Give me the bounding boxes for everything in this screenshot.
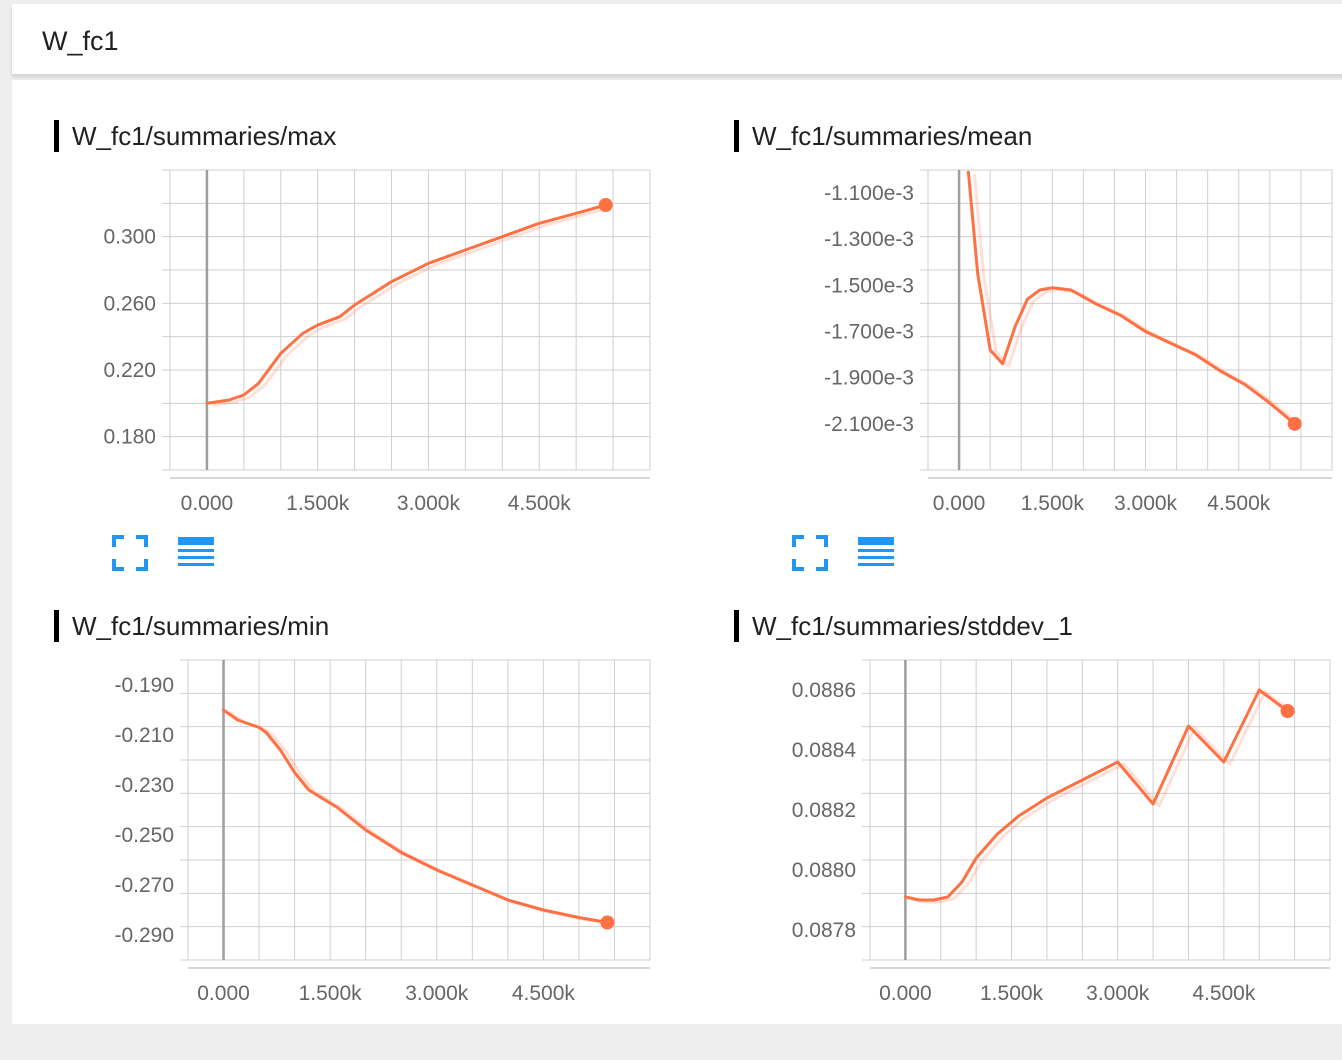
x-tick-label: 4.500k bbox=[1207, 492, 1271, 515]
x-tick-label: 0.000 bbox=[879, 982, 932, 1005]
series-line bbox=[903, 688, 1289, 902]
raw-series-line bbox=[228, 710, 614, 926]
y-tick-label: 0.0878 bbox=[792, 919, 856, 942]
y-tick-label: -0.210 bbox=[114, 724, 174, 747]
x-tick-label: 4.500k bbox=[508, 492, 572, 515]
chart-plot[interactable]: 0.180 0.220 0.260 0.300 0.000 1.500k 3.000k 4.5… bbox=[54, 80, 694, 515]
y-tick-label: 0.0884 bbox=[792, 739, 857, 762]
chart-card-stddev: W_fc1/summaries/stddev_1 0.0886 0.0884 0.0… bbox=[734, 570, 1342, 1060]
chart-card-max: W_fc1/summaries/max 0.180 0.220 0.260 0.300… bbox=[54, 80, 694, 571]
x-tick-label: 1.500k bbox=[1021, 492, 1085, 515]
series-line bbox=[222, 708, 609, 924]
list-line bbox=[178, 549, 214, 552]
x-tick-label: 3.000k bbox=[1086, 982, 1150, 1005]
y-tick-label: 0.0886 bbox=[792, 679, 856, 702]
y-tick-label: 0.260 bbox=[103, 292, 156, 315]
list-lines-icon-glyph bbox=[178, 537, 214, 566]
list-line bbox=[858, 563, 894, 566]
y-tick-label: 0.300 bbox=[103, 226, 156, 249]
chart-plot[interactable]: 0.0886 0.0884 0.0882 0.0880 0.0878 0.000 1.500… bbox=[734, 570, 1342, 1005]
fullscreen-icon[interactable] bbox=[792, 535, 828, 571]
chart-plot[interactable]: -0.190 -0.210 -0.230 -0.250 -0.270 -0.290 0.00… bbox=[54, 570, 694, 1005]
fullscreen-icon[interactable] bbox=[112, 535, 148, 571]
chart-card-min: W_fc1/summaries/min -0.190 -0.210 -0.230 -0… bbox=[54, 570, 694, 1060]
fullscreen-corner bbox=[136, 559, 148, 571]
list-line bbox=[178, 563, 214, 566]
y-tick-label: -1.700e-3 bbox=[824, 321, 914, 344]
fullscreen-corner bbox=[792, 535, 804, 547]
y-tick-label: 0.180 bbox=[103, 426, 156, 449]
section-header[interactable]: W_fc1 bbox=[12, 4, 1342, 75]
last-point-marker bbox=[1287, 416, 1302, 431]
y-tick-label: 0.0880 bbox=[792, 859, 856, 882]
list-bar bbox=[858, 537, 894, 545]
list-bar bbox=[178, 537, 214, 545]
grid bbox=[180, 659, 651, 961]
fullscreen-corner bbox=[792, 559, 804, 571]
last-point-marker bbox=[598, 198, 613, 212]
fullscreen-icon-glyph bbox=[112, 535, 148, 571]
y-tick-label: 0.220 bbox=[103, 359, 156, 382]
y-tick-label: -1.300e-3 bbox=[824, 228, 914, 251]
fullscreen-icon-glyph bbox=[792, 535, 828, 571]
x-tick-label: 3.000k bbox=[1114, 492, 1178, 515]
last-point-marker bbox=[600, 915, 615, 930]
y-tick-label: -0.190 bbox=[114, 674, 174, 697]
x-tick-label: 0.000 bbox=[197, 982, 250, 1005]
fullscreen-corner bbox=[816, 559, 828, 571]
y-tick-label: -2.100e-3 bbox=[824, 413, 914, 436]
x-tick-label: 1.500k bbox=[299, 982, 363, 1005]
chart-grid: W_fc1/summaries/max 0.180 0.220 0.260 0.300… bbox=[12, 80, 1342, 1024]
list-line bbox=[858, 549, 894, 552]
y-tick-label: 0.0882 bbox=[792, 799, 856, 822]
x-tick-label: 3.000k bbox=[397, 492, 461, 515]
fullscreen-corner bbox=[112, 559, 124, 571]
y-tick-label: -1.100e-3 bbox=[824, 182, 914, 205]
x-tick-label: 3.000k bbox=[405, 982, 469, 1005]
y-tick-label: -1.900e-3 bbox=[824, 367, 914, 390]
list-lines-icon[interactable] bbox=[858, 535, 894, 571]
y-tick-label: -0.270 bbox=[114, 874, 174, 897]
y-tick-label: -0.250 bbox=[114, 824, 174, 847]
list-line bbox=[858, 556, 894, 559]
x-tick-label: 1.500k bbox=[980, 982, 1044, 1005]
fullscreen-corner bbox=[112, 535, 124, 547]
chart-card-mean: W_fc1/summaries/mean -1.100e-3 -1.300e-3-… bbox=[734, 80, 1342, 571]
fullscreen-corner bbox=[136, 535, 148, 547]
x-tick-label: 4.500k bbox=[512, 982, 576, 1005]
series-line bbox=[966, 170, 1297, 426]
y-tick-label: -0.290 bbox=[114, 924, 174, 947]
grid bbox=[162, 169, 651, 471]
x-tick-label: 0.000 bbox=[933, 492, 986, 515]
list-lines-icon-glyph bbox=[858, 537, 894, 566]
chart-plot[interactable]: -1.100e-3 -1.300e-3 -1.500e-3 -1.700e-3 -1.9… bbox=[734, 80, 1342, 515]
series-line bbox=[205, 203, 608, 405]
x-tick-label: 0.000 bbox=[181, 492, 234, 515]
x-tick-label: 1.500k bbox=[286, 492, 350, 515]
list-lines-icon[interactable] bbox=[178, 535, 214, 571]
section-title: W_fc1 bbox=[42, 26, 119, 56]
last-point-marker bbox=[1280, 704, 1295, 718]
x-tick-label: 4.500k bbox=[1192, 982, 1256, 1005]
y-tick-label: -0.230 bbox=[114, 774, 174, 797]
y-tick-label: -1.500e-3 bbox=[824, 274, 914, 297]
list-line bbox=[178, 556, 214, 559]
fullscreen-corner bbox=[816, 535, 828, 547]
